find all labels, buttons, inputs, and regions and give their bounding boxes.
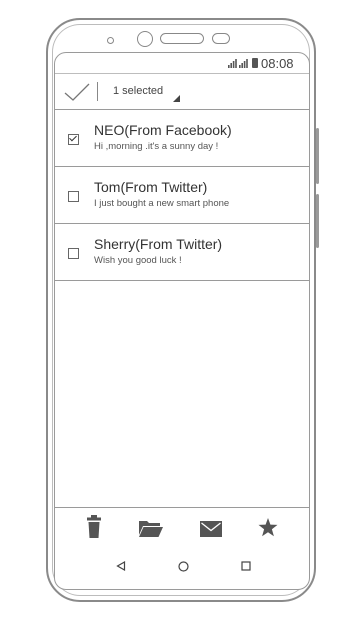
signal-icon bbox=[228, 59, 237, 68]
message-item[interactable]: NEO(From Facebook) Hi ,morning .it's a s… bbox=[55, 110, 309, 167]
back-icon[interactable] bbox=[116, 561, 126, 571]
checkmark-icon[interactable] bbox=[63, 82, 91, 102]
front-camera bbox=[137, 31, 153, 47]
screen: 08:08 1 selected NEO(From Facebook) Hi ,… bbox=[54, 52, 310, 590]
message-checkbox[interactable] bbox=[68, 191, 79, 202]
selection-header: 1 selected bbox=[55, 74, 309, 110]
message-checkbox[interactable] bbox=[68, 134, 79, 145]
status-bar: 08:08 bbox=[55, 53, 309, 74]
header-divider bbox=[97, 82, 98, 101]
selected-count[interactable]: 1 selected bbox=[113, 85, 163, 97]
message-preview: Hi ,morning .it's a sunny day ! bbox=[94, 141, 219, 152]
signal-icon bbox=[239, 59, 248, 68]
message-checkbox[interactable] bbox=[68, 248, 79, 259]
message-sender: Sherry(From Twitter) bbox=[94, 236, 223, 252]
message-item[interactable]: Tom(From Twitter) I just bought a new sm… bbox=[55, 167, 309, 224]
dropdown-triangle-icon[interactable] bbox=[173, 95, 180, 102]
volume-button bbox=[316, 128, 319, 184]
proximity-sensor bbox=[107, 37, 114, 44]
power-button bbox=[316, 194, 319, 248]
message-sender: Tom(From Twitter) bbox=[94, 179, 208, 195]
home-icon[interactable] bbox=[178, 561, 189, 572]
recent-apps-icon[interactable] bbox=[241, 561, 251, 571]
mail-icon[interactable] bbox=[200, 521, 222, 537]
folder-icon[interactable] bbox=[139, 519, 163, 537]
action-bar-divider bbox=[55, 507, 309, 508]
message-preview: Wish you good luck ! bbox=[94, 255, 182, 266]
battery-icon bbox=[252, 58, 258, 68]
light-sensor bbox=[212, 33, 230, 44]
message-preview: I just bought a new smart phone bbox=[94, 198, 230, 209]
message-sender: NEO(From Facebook) bbox=[94, 122, 232, 138]
trash-icon[interactable] bbox=[87, 515, 101, 539]
earpiece-speaker bbox=[160, 33, 204, 44]
star-icon[interactable] bbox=[258, 518, 278, 537]
clock: 08:08 bbox=[261, 56, 294, 71]
message-item[interactable]: Sherry(From Twitter) Wish you good luck … bbox=[55, 224, 309, 281]
